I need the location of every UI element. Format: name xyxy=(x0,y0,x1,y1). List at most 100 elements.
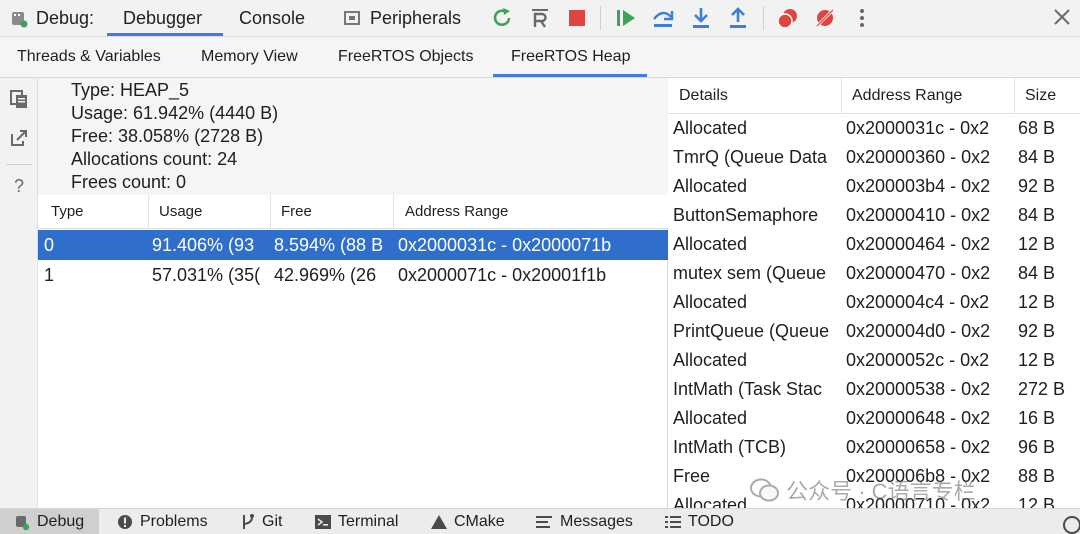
debug-label: Debug: xyxy=(36,0,94,37)
heap-usage: Usage: 61.942% (4440 B) xyxy=(71,102,278,125)
cell-details: IntMath (Task Stac xyxy=(673,375,841,404)
tool-tab-debug[interactable]: Debug xyxy=(0,509,99,534)
tab-debugger[interactable]: Debugger xyxy=(123,0,202,37)
column-type[interactable]: Type xyxy=(51,195,84,229)
cell-details: Allocated xyxy=(673,114,841,143)
status-spinner-icon xyxy=(1062,515,1080,534)
column-usage[interactable]: Usage xyxy=(159,195,202,229)
tool-tab-label: Messages xyxy=(560,509,633,534)
cell-details: Allocated xyxy=(673,288,841,317)
step-into-icon[interactable] xyxy=(691,7,711,29)
tool-tab-todo[interactable]: TODO xyxy=(665,509,745,534)
table-row[interactable]: PrintQueue (Queue0x200004d0 - 0x292 B xyxy=(668,317,1080,346)
step-out-icon[interactable] xyxy=(728,7,748,29)
cell-size: 84 B xyxy=(1018,201,1080,230)
column-size[interactable]: Size xyxy=(1025,78,1056,114)
table-row[interactable]: Allocated0x200003b4 - 0x292 B xyxy=(668,172,1080,201)
copy-icon[interactable] xyxy=(9,89,29,109)
cell-address-range: 0x20000464 - 0x2 xyxy=(846,230,1016,259)
tool-tab-label: CMake xyxy=(454,509,505,534)
cell-size: 84 B xyxy=(1018,259,1080,288)
cell-size: 88 B xyxy=(1018,462,1080,491)
column-divider[interactable] xyxy=(148,195,149,229)
cell-address-range: 0x20000360 - 0x2 xyxy=(846,143,1016,172)
cell-address-range: 0x2000052c - 0x2 xyxy=(846,346,1016,375)
cell-size: 92 B xyxy=(1018,172,1080,201)
restart-icon[interactable] xyxy=(530,8,550,28)
cell-size: 12 B xyxy=(1018,491,1080,508)
table-row[interactable]: 0 91.406% (93 8.594% (88 B 0x2000031c - … xyxy=(38,230,668,260)
step-over-icon[interactable] xyxy=(651,7,675,29)
table-row[interactable]: 1 57.031% (35( 42.969% (26 0x2000071c - … xyxy=(38,260,668,290)
close-icon[interactable] xyxy=(1053,8,1071,26)
bug-icon xyxy=(13,513,31,531)
column-details[interactable]: Details xyxy=(679,78,728,114)
column-address-range[interactable]: Address Range xyxy=(852,78,962,114)
tool-tab-messages[interactable]: Messages xyxy=(536,509,646,534)
side-gutter: ? xyxy=(0,78,38,508)
cell-details: TmrQ (Queue Data xyxy=(673,143,841,172)
table-row[interactable]: Allocated0x2000031c - 0x268 B xyxy=(668,114,1080,143)
tool-tab-label: Git xyxy=(262,509,282,534)
heap-type: Type: HEAP_5 xyxy=(71,79,189,102)
tab-memory-view[interactable]: Memory View xyxy=(201,37,298,77)
resume-icon[interactable] xyxy=(616,8,636,28)
active-tab-indicator xyxy=(107,33,223,36)
tab-peripherals[interactable]: Peripherals xyxy=(370,0,461,37)
tool-tab-terminal[interactable]: Terminal xyxy=(314,509,414,534)
cell-size: 16 B xyxy=(1018,404,1080,433)
table-row[interactable]: Allocated0x2000052c - 0x212 B xyxy=(668,346,1080,375)
cell-usage: 57.031% (35( xyxy=(152,260,269,290)
stop-icon[interactable] xyxy=(568,9,586,27)
view-tabs: Threads & Variables Memory View FreeRTOS… xyxy=(0,37,1080,78)
tool-tab-cmake[interactable]: CMake xyxy=(430,509,520,534)
tab-console[interactable]: Console xyxy=(239,0,305,37)
tool-tab-label: Problems xyxy=(140,509,208,534)
active-subtab-indicator xyxy=(493,74,647,77)
table-row[interactable]: IntMath (Task Stac0x20000538 - 0x2272 B xyxy=(668,375,1080,404)
table-row[interactable]: Allocated0x200004c4 - 0x212 B xyxy=(668,288,1080,317)
tab-freertos-heap[interactable]: FreeRTOS Heap xyxy=(511,37,630,77)
column-divider[interactable] xyxy=(1014,78,1015,114)
cell-address-range: 0x200003b4 - 0x2 xyxy=(846,172,1016,201)
rerun-icon[interactable] xyxy=(491,7,515,29)
heap-summary: Type: HEAP_5 Usage: 61.942% (4440 B) Fre… xyxy=(38,78,668,195)
tool-tab-git[interactable]: Git xyxy=(238,509,298,534)
cell-details: ButtonSemaphore xyxy=(673,201,841,230)
column-free[interactable]: Free xyxy=(281,195,312,229)
tool-tab-problems[interactable]: Problems xyxy=(115,509,220,534)
cell-details: IntMath (TCB) xyxy=(673,433,841,462)
help-icon[interactable]: ? xyxy=(11,176,27,196)
heap-regions-table: Type Usage Free Address Range 0 91.406% … xyxy=(38,195,668,508)
cell-details: Allocated xyxy=(673,230,841,259)
table-row[interactable]: mutex sem (Queue0x20000470 - 0x284 B xyxy=(668,259,1080,288)
tab-threads-variables[interactable]: Threads & Variables xyxy=(17,37,161,77)
table-row[interactable]: IntMath (TCB)0x20000658 - 0x296 B xyxy=(668,433,1080,462)
cell-size: 12 B xyxy=(1018,346,1080,375)
breakpoints-icon[interactable] xyxy=(777,7,799,29)
cell-details: Allocated xyxy=(673,172,841,201)
gutter-separator xyxy=(6,164,32,165)
list-icon xyxy=(665,515,681,529)
column-address-range[interactable]: Address Range xyxy=(405,195,508,229)
tool-tab-label: TODO xyxy=(688,509,734,534)
table-header: Type Usage Free Address Range xyxy=(38,195,668,229)
allocations-count: Allocations count: 24 xyxy=(71,148,237,171)
mute-breakpoints-icon[interactable] xyxy=(814,7,836,29)
tab-freertos-objects[interactable]: FreeRTOS Objects xyxy=(338,37,473,77)
branch-icon xyxy=(240,513,256,531)
more-icon[interactable] xyxy=(856,8,868,28)
svg-text:?: ? xyxy=(14,176,24,196)
cell-size: 84 B xyxy=(1018,143,1080,172)
cell-address-range: 0x20000658 - 0x2 xyxy=(846,433,1016,462)
column-divider[interactable] xyxy=(841,78,842,114)
column-divider[interactable] xyxy=(270,195,271,229)
column-divider[interactable] xyxy=(393,195,394,229)
cell-address-range: 0x200004c4 - 0x2 xyxy=(846,288,1016,317)
bug-icon xyxy=(9,8,29,28)
export-icon[interactable] xyxy=(9,128,29,148)
table-row[interactable]: ButtonSemaphore0x20000410 - 0x284 B xyxy=(668,201,1080,230)
table-row[interactable]: TmrQ (Queue Data0x20000360 - 0x284 B xyxy=(668,143,1080,172)
table-row[interactable]: Allocated0x20000464 - 0x212 B xyxy=(668,230,1080,259)
table-row[interactable]: Allocated0x20000648 - 0x216 B xyxy=(668,404,1080,433)
